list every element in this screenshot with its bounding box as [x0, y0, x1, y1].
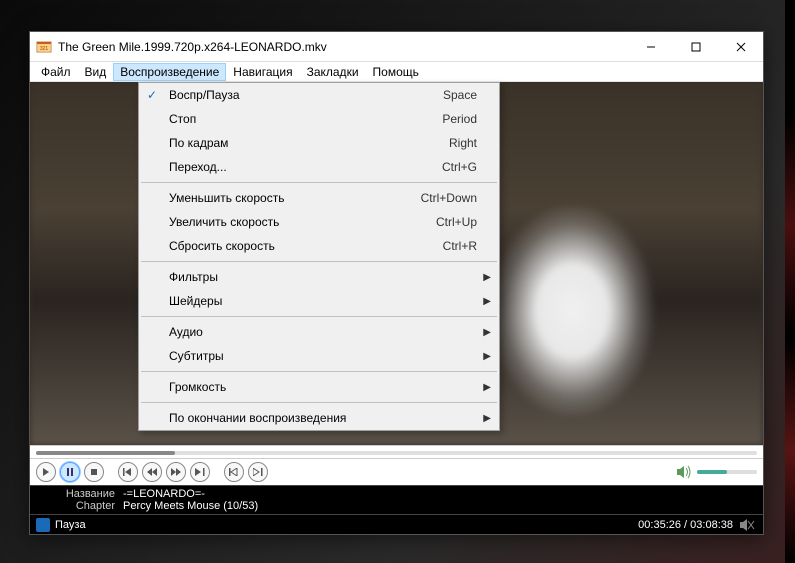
- menu-item-shortcut: Right: [449, 136, 477, 150]
- seek-fill: [36, 451, 175, 455]
- pause-button[interactable]: [60, 462, 80, 482]
- check-icon: ✓: [147, 88, 157, 102]
- menu-item-label: Стоп: [169, 112, 442, 126]
- menu-item-label: Воспр/Пауза: [169, 88, 443, 102]
- info-name-value: -=LEONARDO=-: [123, 488, 205, 500]
- menu-item-shortcut: Ctrl+Up: [436, 215, 477, 229]
- info-chapter-value: Percy Meets Mouse (10/53): [123, 500, 258, 512]
- chevron-right-icon: ▶: [483, 327, 491, 338]
- time-current: 00:35:26: [638, 519, 681, 531]
- minimize-button[interactable]: [628, 32, 673, 62]
- prev-track-button[interactable]: [118, 462, 138, 482]
- close-button[interactable]: [718, 32, 763, 62]
- step-back-button[interactable]: [224, 462, 244, 482]
- step-forward-button[interactable]: [248, 462, 268, 482]
- menu-item-label: Уменьшить скорость: [169, 191, 421, 205]
- menu-item-shortcut: Ctrl+Down: [421, 191, 477, 205]
- chevron-right-icon: ▶: [483, 382, 491, 393]
- menu-item-shortcut: Ctrl+G: [442, 160, 477, 174]
- volume-fill: [697, 470, 727, 474]
- menu-item[interactable]: Субтитры ▶: [139, 344, 499, 368]
- mute-icon[interactable]: [739, 518, 757, 532]
- status-text: Пауза: [55, 519, 86, 531]
- menubar: Файл Вид Воспроизведение Навигация Закла…: [30, 62, 763, 82]
- player-window: 321 The Green Mile.1999.720p.x264-LEONAR…: [29, 31, 764, 535]
- menu-item[interactable]: По кадрамRight: [139, 131, 499, 155]
- menu-item-label: Громкость: [169, 380, 477, 394]
- next-track-button[interactable]: [190, 462, 210, 482]
- menu-item-label: По кадрам: [169, 136, 449, 150]
- time-total: 03:08:38: [690, 519, 733, 531]
- window-title: The Green Mile.1999.720p.x264-LEONARDO.m…: [58, 40, 628, 54]
- time-sep: /: [681, 519, 690, 531]
- menu-bookmarks[interactable]: Закладки: [300, 63, 366, 81]
- svg-text:321: 321: [40, 46, 49, 52]
- menu-navigation[interactable]: Навигация: [226, 63, 299, 81]
- maximize-button[interactable]: [673, 32, 718, 62]
- status-bar: Пауза 00:35:26 / 03:08:38: [30, 514, 763, 534]
- menu-item-label: Сбросить скорость: [169, 239, 443, 253]
- volume-slider[interactable]: [697, 470, 757, 474]
- control-bar: [30, 459, 763, 485]
- app-icon: 321: [36, 39, 52, 55]
- stop-button[interactable]: [84, 462, 104, 482]
- menu-item[interactable]: Аудио ▶: [139, 320, 499, 344]
- menu-file[interactable]: Файл: [34, 63, 78, 81]
- menu-playback[interactable]: Воспроизведение: [113, 63, 226, 81]
- chevron-right-icon: ▶: [483, 296, 491, 307]
- info-panel: Название -=LEONARDO=- Chapter Percy Meet…: [30, 485, 763, 514]
- menu-help[interactable]: Помощь: [366, 63, 426, 81]
- menu-item-label: Аудио: [169, 325, 477, 339]
- menu-item-label: По окончании воспроизведения: [169, 411, 477, 425]
- menu-item[interactable]: По окончании воспроизведения ▶: [139, 406, 499, 430]
- menu-item-label: Шейдеры: [169, 294, 477, 308]
- menu-item[interactable]: Переход...Ctrl+G: [139, 155, 499, 179]
- titlebar: 321 The Green Mile.1999.720p.x264-LEONAR…: [30, 32, 763, 62]
- menu-item[interactable]: Увеличить скоростьCtrl+Up: [139, 210, 499, 234]
- info-name-label: Название: [38, 488, 123, 500]
- menu-separator: [141, 261, 497, 262]
- menu-item[interactable]: Фильтры ▶: [139, 265, 499, 289]
- menu-view[interactable]: Вид: [78, 63, 114, 81]
- menu-separator: [141, 182, 497, 183]
- menu-item[interactable]: СтопPeriod: [139, 107, 499, 131]
- menu-item[interactable]: Уменьшить скоростьCtrl+Down: [139, 186, 499, 210]
- menu-separator: [141, 402, 497, 403]
- menu-item-shortcut: Period: [442, 112, 477, 126]
- menu-item-label: Переход...: [169, 160, 442, 174]
- menu-item[interactable]: ✓ Воспр/ПаузаSpace: [139, 83, 499, 107]
- menu-item[interactable]: Шейдеры ▶: [139, 289, 499, 313]
- menu-item-label: Фильтры: [169, 270, 477, 284]
- menu-item[interactable]: Громкость ▶: [139, 375, 499, 399]
- forward-button[interactable]: [166, 462, 186, 482]
- rewind-button[interactable]: [142, 462, 162, 482]
- menu-separator: [141, 316, 497, 317]
- playback-menu: ✓Воспр/ПаузаSpaceСтопPeriodПо кадрамRigh…: [138, 82, 500, 431]
- menu-separator: [141, 371, 497, 372]
- play-button[interactable]: [36, 462, 56, 482]
- chevron-right-icon: ▶: [483, 413, 491, 424]
- info-chapter-label: Chapter: [38, 500, 123, 512]
- seekbar[interactable]: [30, 445, 763, 459]
- status-icon: [36, 518, 50, 532]
- menu-item[interactable]: Сбросить скоростьCtrl+R: [139, 234, 499, 258]
- menu-item-label: Субтитры: [169, 349, 477, 363]
- menu-item-label: Увеличить скорость: [169, 215, 436, 229]
- volume-icon[interactable]: [675, 464, 693, 480]
- chevron-right-icon: ▶: [483, 272, 491, 283]
- menu-item-shortcut: Space: [443, 88, 477, 102]
- menu-item-shortcut: Ctrl+R: [443, 239, 477, 253]
- chevron-right-icon: ▶: [483, 351, 491, 362]
